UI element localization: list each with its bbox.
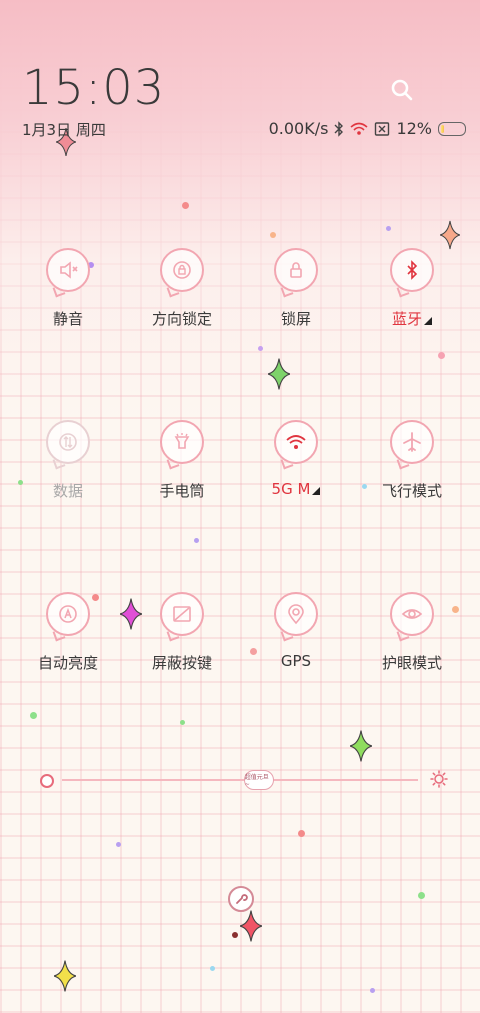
- clock-time: 15:03: [22, 60, 166, 116]
- sparkle-decoration-6: [240, 910, 262, 942]
- brightness-low-icon: [40, 774, 54, 788]
- lock-icon: [274, 248, 318, 292]
- toggle-bluetooth[interactable]: 蓝牙: [357, 248, 467, 329]
- eye-icon: [390, 592, 434, 636]
- confetti-dot: [370, 988, 375, 993]
- mobile-data-icon: [46, 420, 90, 464]
- toggle-label-text: 蓝牙: [391, 310, 422, 328]
- confetti-dot: [386, 226, 391, 231]
- confetti-dot: [438, 352, 445, 359]
- toggle-eye[interactable]: 护眼模式: [357, 592, 467, 673]
- confetti-dot: [270, 232, 276, 238]
- toggle-label: 护眼模式: [357, 652, 467, 673]
- toggle-mobile-data[interactable]: 数据: [13, 420, 123, 501]
- no-sim-icon: [375, 121, 390, 136]
- edit-tiles-button[interactable]: [228, 886, 254, 912]
- toggle-rotation-lock[interactable]: 方向锁定: [127, 248, 237, 329]
- auto-brightness-icon: [46, 592, 90, 636]
- expand-arrow-icon[interactable]: [424, 317, 432, 325]
- toggle-label-text: 自动亮度: [37, 654, 98, 672]
- search-icon[interactable]: [390, 78, 414, 102]
- toggle-airplane[interactable]: 飞行模式: [357, 420, 467, 501]
- wifi-icon: [274, 420, 318, 464]
- toggle-label-text: 5G M: [271, 480, 311, 498]
- toggle-label-text: 飞行模式: [381, 482, 442, 500]
- toggle-wifi[interactable]: 5G M: [241, 420, 351, 498]
- sparkle-decoration-5: [350, 730, 372, 762]
- status-bar: 0.00K/s 12%: [269, 119, 466, 138]
- expand-arrow-icon[interactable]: [312, 487, 321, 495]
- confetti-dot: [258, 346, 263, 351]
- confetti-dot: [30, 712, 37, 719]
- confetti-dot: [210, 966, 215, 971]
- battery-icon: [438, 121, 466, 136]
- confetti-dot: [232, 932, 238, 938]
- gps-icon: [274, 592, 318, 636]
- sparkle-decoration-7: [54, 960, 76, 992]
- toggle-label: 手电筒: [127, 480, 237, 501]
- sparkle-decoration-3: [268, 358, 290, 390]
- toggle-lock[interactable]: 锁屏: [241, 248, 351, 329]
- toggle-label-text: 屏蔽按键: [151, 654, 212, 672]
- toggle-label: 屏蔽按键: [127, 652, 237, 673]
- bluetooth-icon: [390, 248, 434, 292]
- toggle-label: 飞行模式: [357, 480, 467, 501]
- toggle-label-text: 静音: [52, 310, 83, 328]
- toggle-label: 静音: [13, 308, 123, 329]
- confetti-dot: [116, 842, 121, 847]
- date-label: 1月3日 周四: [22, 121, 106, 139]
- toggle-label: 蓝牙: [357, 308, 467, 329]
- toggle-flashlight[interactable]: 手电筒: [127, 420, 237, 501]
- block-keys-icon: [160, 592, 204, 636]
- toggle-mute[interactable]: 静音: [13, 248, 123, 329]
- toggle-label: 数据: [13, 480, 123, 501]
- toggle-label: 5G M: [241, 480, 351, 498]
- toggle-label: GPS: [241, 652, 351, 670]
- bluetooth-status-icon: [334, 120, 344, 137]
- toggle-label-text: 方向锁定: [151, 310, 212, 328]
- confetti-dot: [298, 830, 305, 837]
- confetti-dot: [418, 892, 425, 899]
- toggle-block-keys[interactable]: 屏蔽按键: [127, 592, 237, 673]
- network-speed: 0.00K/s: [268, 119, 329, 138]
- wrench-icon: [236, 894, 248, 904]
- toggle-gps[interactable]: GPS: [241, 592, 351, 670]
- toggle-label: 自动亮度: [13, 652, 123, 673]
- confetti-dot: [194, 538, 199, 543]
- brightness-thumb[interactable]: 超值元旦~: [243, 770, 274, 790]
- toggle-auto-brightness[interactable]: 自动亮度: [13, 592, 123, 673]
- brightness-track[interactable]: [62, 779, 418, 781]
- confetti-dot: [182, 202, 189, 209]
- brightness-slider[interactable]: 超值元旦~: [38, 768, 448, 792]
- toggle-label-text: 手电筒: [159, 482, 205, 500]
- rotation-lock-icon: [160, 248, 204, 292]
- brightness-high-icon: [430, 770, 448, 788]
- toggle-label-text: 护眼模式: [381, 654, 442, 672]
- sparkle-decoration-2: [440, 220, 460, 250]
- toggle-label: 锁屏: [241, 308, 351, 329]
- toggle-label: 方向锁定: [127, 308, 237, 329]
- airplane-icon: [390, 420, 434, 464]
- toggle-label-text: 锁屏: [280, 310, 311, 328]
- confetti-dot: [180, 720, 185, 725]
- flashlight-icon: [160, 420, 204, 464]
- battery-percent: 12%: [396, 119, 432, 138]
- wifi-status-icon: [350, 122, 368, 135]
- toggle-label-text: 数据: [52, 482, 83, 500]
- toggle-label-text: GPS: [280, 652, 312, 670]
- mute-icon: [46, 248, 90, 292]
